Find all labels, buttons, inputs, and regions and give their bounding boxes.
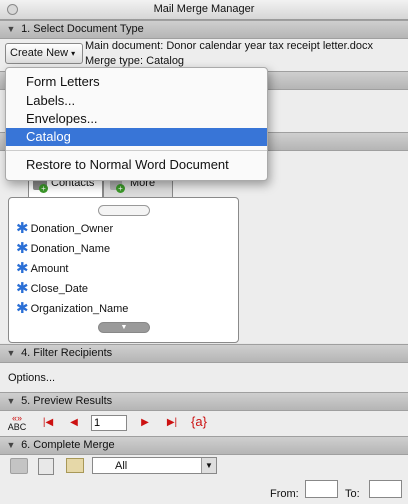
to-input[interactable]	[369, 480, 402, 498]
section-title: 4. Filter Recipients	[21, 347, 113, 359]
field-icon: ✱	[16, 260, 29, 277]
first-record-icon[interactable]: |◀	[40, 415, 56, 431]
add-icon: +	[116, 184, 125, 193]
from-input[interactable]	[305, 480, 338, 498]
list-item[interactable]: ✱ Amount	[16, 260, 69, 278]
select-arrow-icon: ▼	[201, 458, 216, 473]
merge-type-label: Merge type: Catalog	[85, 55, 185, 67]
section6-panel: All ▼ From: To:	[0, 455, 408, 504]
field-label: Amount	[30, 263, 69, 275]
list-item[interactable]: ✱ Close_Date	[16, 280, 88, 298]
previous-record-icon[interactable]: ◀	[66, 415, 82, 431]
menu-item-catalog[interactable]: Catalog	[6, 128, 267, 146]
section-title: 5. Preview Results	[21, 395, 113, 407]
fields-list-box: ✱ Donation_Owner ✱ Donation_Name ✱ Amount ✱…	[8, 197, 239, 343]
section-title: 6. Complete Merge	[21, 439, 115, 451]
field-icon: ✱	[16, 240, 29, 257]
list-item[interactable]: ✱ Donation_Name	[16, 240, 110, 258]
menu-item-envelopes[interactable]: Envelopes...	[6, 110, 267, 128]
menu-item-restore[interactable]: Restore to Normal Word Document	[6, 156, 267, 174]
create-new-label: Create New	[10, 47, 69, 59]
section-complete-merge[interactable]: ▼ 6. Complete Merge	[0, 436, 408, 455]
field-icon: ✱	[16, 220, 29, 237]
list-item[interactable]: ✱ Organization_Name	[16, 300, 128, 318]
section-title: 1. Select Document Type	[21, 23, 144, 35]
field-codes-button[interactable]: {a}	[191, 414, 207, 429]
scroll-up-button[interactable]	[98, 205, 150, 216]
abc-label: ABC	[7, 422, 27, 432]
field-icon: ✱	[16, 280, 29, 297]
close-window-button[interactable]	[7, 4, 18, 15]
menu-item-labels[interactable]: Labels...	[6, 92, 267, 110]
section4-panel: Options...	[0, 363, 408, 392]
add-icon: +	[39, 184, 48, 193]
record-number-input[interactable]	[91, 415, 127, 431]
section5-panel: «» ABC |◀ ◀ ▶ ▶| {a}	[0, 411, 408, 436]
field-label: Donation_Name	[30, 243, 111, 255]
view-merged-data-button[interactable]: «» ABC	[6, 414, 28, 432]
last-record-icon[interactable]: ▶|	[164, 415, 180, 431]
field-label: Organization_Name	[30, 303, 129, 315]
disclosure-triangle-icon[interactable]: ▼	[4, 345, 18, 362]
records-select-value: All	[115, 460, 128, 472]
list-item[interactable]: ✱ Donation_Owner	[16, 220, 113, 238]
menu-separator	[6, 150, 267, 151]
disclosure-triangle-icon[interactable]: ▼	[4, 21, 18, 38]
disclosure-triangle-icon[interactable]: ▼	[4, 437, 18, 454]
create-new-button[interactable]: Create New ▾	[5, 43, 83, 64]
from-label: From:	[270, 488, 299, 500]
next-record-icon[interactable]: ▶	[137, 415, 153, 431]
window-title: Mail Merge Manager	[153, 3, 255, 15]
field-label: Close_Date	[30, 283, 89, 295]
section-filter-recipients[interactable]: ▼ 4. Filter Recipients	[0, 344, 408, 363]
section-preview-results[interactable]: ▼ 5. Preview Results	[0, 392, 408, 411]
disclosure-triangle-icon[interactable]: ▼	[4, 393, 18, 410]
menu-item-form-letters[interactable]: Form Letters	[6, 73, 267, 91]
window-titlebar: Mail Merge Manager	[0, 0, 408, 20]
field-label: Donation_Owner	[30, 223, 114, 235]
merge-to-printer-icon[interactable]	[10, 458, 28, 474]
merge-to-new-document-icon[interactable]	[38, 458, 54, 475]
main-document-label: Main document: Donor calendar year tax r…	[85, 40, 373, 52]
to-label: To:	[345, 488, 360, 500]
records-select[interactable]: All ▼	[92, 457, 217, 474]
merge-to-email-icon[interactable]	[66, 458, 84, 473]
create-new-menu: Form Letters Labels... Envelopes... Cata…	[5, 67, 268, 181]
scroll-down-button[interactable]: ▼	[98, 322, 150, 333]
field-icon: ✱	[16, 300, 29, 317]
section-select-document-type[interactable]: ▼ 1. Select Document Type	[0, 20, 408, 39]
dropdown-arrow-icon: ▾	[71, 49, 76, 58]
options-button[interactable]: Options...	[8, 372, 55, 384]
